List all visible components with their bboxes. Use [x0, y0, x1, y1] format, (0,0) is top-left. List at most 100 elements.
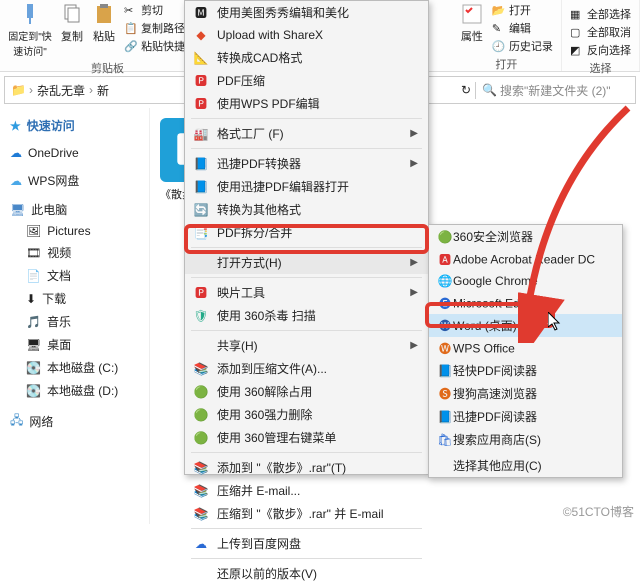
- openwith-submenu: 🟢360安全浏览器 🅰Adobe Acrobat Reader DC 🌐Goog…: [428, 224, 623, 478]
- blank-icon: [193, 566, 209, 582]
- copy-button[interactable]: 复制: [60, 2, 84, 44]
- copypath-label: 复制路径: [141, 23, 185, 35]
- mi-sharex[interactable]: ◆Upload with ShareX: [185, 24, 428, 46]
- separator: [191, 247, 422, 248]
- sidebar-video[interactable]: 🎞视频: [4, 241, 145, 264]
- sub-chrome[interactable]: 🌐Google Chrome: [429, 270, 622, 292]
- mi-email[interactable]: 📚压缩并 E-mail...: [185, 479, 428, 502]
- blank-icon: [437, 454, 453, 470]
- sidebar-music-label: 音乐: [47, 313, 71, 330]
- mi-scan360[interactable]: 🛡使用 360杀毒 扫描: [185, 304, 428, 327]
- mi-baidu[interactable]: ☁上传到百度网盘: [185, 532, 428, 555]
- pic-icon: 🅿: [193, 285, 209, 301]
- mi-rightmenu360[interactable]: 🟢使用 360管理右键菜单: [185, 426, 428, 449]
- select-invert-button[interactable]: ◩ 反向选择: [570, 42, 631, 58]
- context-menu: 🅼使用美图秀秀编辑和美化 ◆Upload with ShareX 📐转换成CAD…: [184, 0, 429, 475]
- mi-factory-label: 格式工厂 (F): [217, 125, 284, 142]
- copy-label: 复制: [61, 28, 83, 44]
- mi-share[interactable]: 共享(H)▶: [185, 334, 428, 357]
- sub-chrome-label: Google Chrome: [453, 274, 538, 288]
- sub-360safe[interactable]: 🟢360安全浏览器: [429, 225, 622, 248]
- mi-force360[interactable]: 🟢使用 360强力删除: [185, 403, 428, 426]
- sub-sogou-label: 搜狗高速浏览器: [453, 387, 537, 401]
- mi-meitu[interactable]: 🅼使用美图秀秀编辑和美化: [185, 1, 428, 24]
- sidebar-quick[interactable]: ★快速访问: [4, 114, 145, 137]
- crumb-2[interactable]: 新: [97, 82, 109, 99]
- mi-factory[interactable]: 🏭格式工厂 (F)▶: [185, 122, 428, 145]
- mi-xunjie[interactable]: 📘迅捷PDF转换器▶: [185, 152, 428, 175]
- 360-icon: 🟢: [193, 430, 209, 446]
- search-box[interactable]: 🔍 搜索"新建文件夹 (2)": [475, 82, 635, 99]
- sidebar-diskd[interactable]: 💽本地磁盘 (D:): [4, 379, 145, 402]
- separator: [191, 330, 422, 331]
- history-button[interactable]: 🕘 历史记录: [492, 38, 553, 54]
- sidebar-diskc[interactable]: 💽本地磁盘 (C:): [4, 356, 145, 379]
- selectinv-label: 反向选择: [587, 45, 631, 57]
- sub-wps[interactable]: 🅦WPS Office: [429, 337, 622, 359]
- sub-edge[interactable]: 🅔Microsoft Edge: [429, 292, 622, 314]
- selectinv-icon: ◩: [570, 44, 584, 58]
- sidebar-onedrive-label: OneDrive: [28, 146, 79, 160]
- mi-cad[interactable]: 📐转换成CAD格式: [185, 46, 428, 69]
- mi-convert[interactable]: 🔄转换为其他格式: [185, 198, 428, 221]
- props-label: 属性: [461, 28, 483, 44]
- network-icon: 🖧: [10, 411, 23, 432]
- sidebar-desktop[interactable]: 🖥桌面: [4, 333, 145, 356]
- mi-emailrar[interactable]: 📚压缩到 "《散步》.rar" 并 E-mail: [185, 502, 428, 525]
- sub-store[interactable]: 🛍搜索应用商店(S): [429, 428, 622, 451]
- paste-button[interactable]: 粘贴: [92, 2, 116, 44]
- music-icon: 🎵: [26, 315, 41, 329]
- mi-pdfzip[interactable]: 🅿PDF压缩: [185, 69, 428, 92]
- video-icon: 🎞: [26, 246, 41, 260]
- open-button[interactable]: 📂 打开: [492, 2, 553, 18]
- edit-icon: ✎: [492, 22, 506, 36]
- mi-xunjieedit[interactable]: 📘使用迅捷PDF编辑器打开: [185, 175, 428, 198]
- select-none-button[interactable]: ▢ 全部取消: [570, 24, 631, 40]
- sidebar-downloads-label: 下载: [42, 290, 66, 307]
- star-icon: ★: [10, 119, 21, 133]
- sidebar-desktop-label: 桌面: [47, 336, 71, 353]
- chevron-right-icon: ▶: [410, 340, 418, 351]
- mi-wpspdf[interactable]: 🅿使用WPS PDF编辑: [185, 92, 428, 115]
- mi-emailrar-label: 压缩到 "《散步》.rar" 并 E-mail: [217, 505, 384, 522]
- sub-word[interactable]: 🅦Word (桌面): [429, 314, 622, 337]
- refresh-button[interactable]: ↻: [457, 83, 475, 97]
- wps-icon: 🅿: [193, 96, 209, 112]
- sidebar-onedrive[interactable]: ☁OneDrive: [4, 143, 145, 163]
- pin-button[interactable]: 固定到"快速访问": [8, 2, 52, 58]
- mi-addto[interactable]: 📚添加到 "《散步》.rar"(T): [185, 456, 428, 479]
- drive-icon: 💽: [26, 361, 41, 375]
- sidebar-docs[interactable]: 📄文档: [4, 264, 145, 287]
- select-group-label: 选择: [589, 60, 611, 76]
- sidebar-pictures[interactable]: 🖼Pictures: [4, 221, 145, 241]
- edit-button[interactable]: ✎ 编辑: [492, 20, 553, 36]
- edge-icon: 🅔: [437, 295, 453, 311]
- sidebar-wps[interactable]: ☁WPS网盘: [4, 169, 145, 192]
- mi-cad-label: 转换成CAD格式: [217, 49, 302, 66]
- sub-xunjie[interactable]: 📘迅捷PDF阅读器: [429, 405, 622, 428]
- mi-unlock360[interactable]: 🟢使用 360解除占用: [185, 380, 428, 403]
- 360-icon: 🟢: [193, 407, 209, 423]
- sub-acrobat[interactable]: 🅰Adobe Acrobat Reader DC: [429, 248, 622, 270]
- crumb-1[interactable]: 杂乱无章: [37, 82, 85, 99]
- mi-pictool[interactable]: 🅿映片工具▶: [185, 281, 428, 304]
- sidebar-music[interactable]: 🎵 音乐: [4, 310, 145, 333]
- sub-choose[interactable]: 选择其他应用(C): [429, 451, 622, 477]
- folder-icon: 📁: [11, 83, 25, 97]
- open-group-label: 打开: [495, 56, 517, 72]
- sidebar-downloads[interactable]: ⬇下载: [4, 287, 145, 310]
- baidu-icon: ☁: [193, 536, 209, 552]
- sidebar-thispc[interactable]: 🖥此电脑: [4, 198, 145, 221]
- split-icon: 📑: [193, 225, 209, 241]
- sub-light[interactable]: 📘轻快PDF阅读器: [429, 359, 622, 382]
- props-button[interactable]: 属性: [460, 2, 484, 44]
- select-all-button[interactable]: ▦ 全部选择: [570, 6, 631, 22]
- sub-sogou[interactable]: 🅢搜狗高速浏览器: [429, 382, 622, 405]
- mi-restore[interactable]: 还原以前的版本(V): [185, 562, 428, 585]
- mi-split[interactable]: 📑PDF拆分/合并: [185, 221, 428, 244]
- mi-convert-label: 转换为其他格式: [217, 201, 301, 218]
- mi-openwith[interactable]: 打开方式(H)▶: [185, 251, 428, 274]
- mi-addzip[interactable]: 📚添加到压缩文件(A)...: [185, 357, 428, 380]
- selectall-icon: ▦: [570, 8, 584, 22]
- sidebar-network[interactable]: 🖧网络: [4, 408, 145, 435]
